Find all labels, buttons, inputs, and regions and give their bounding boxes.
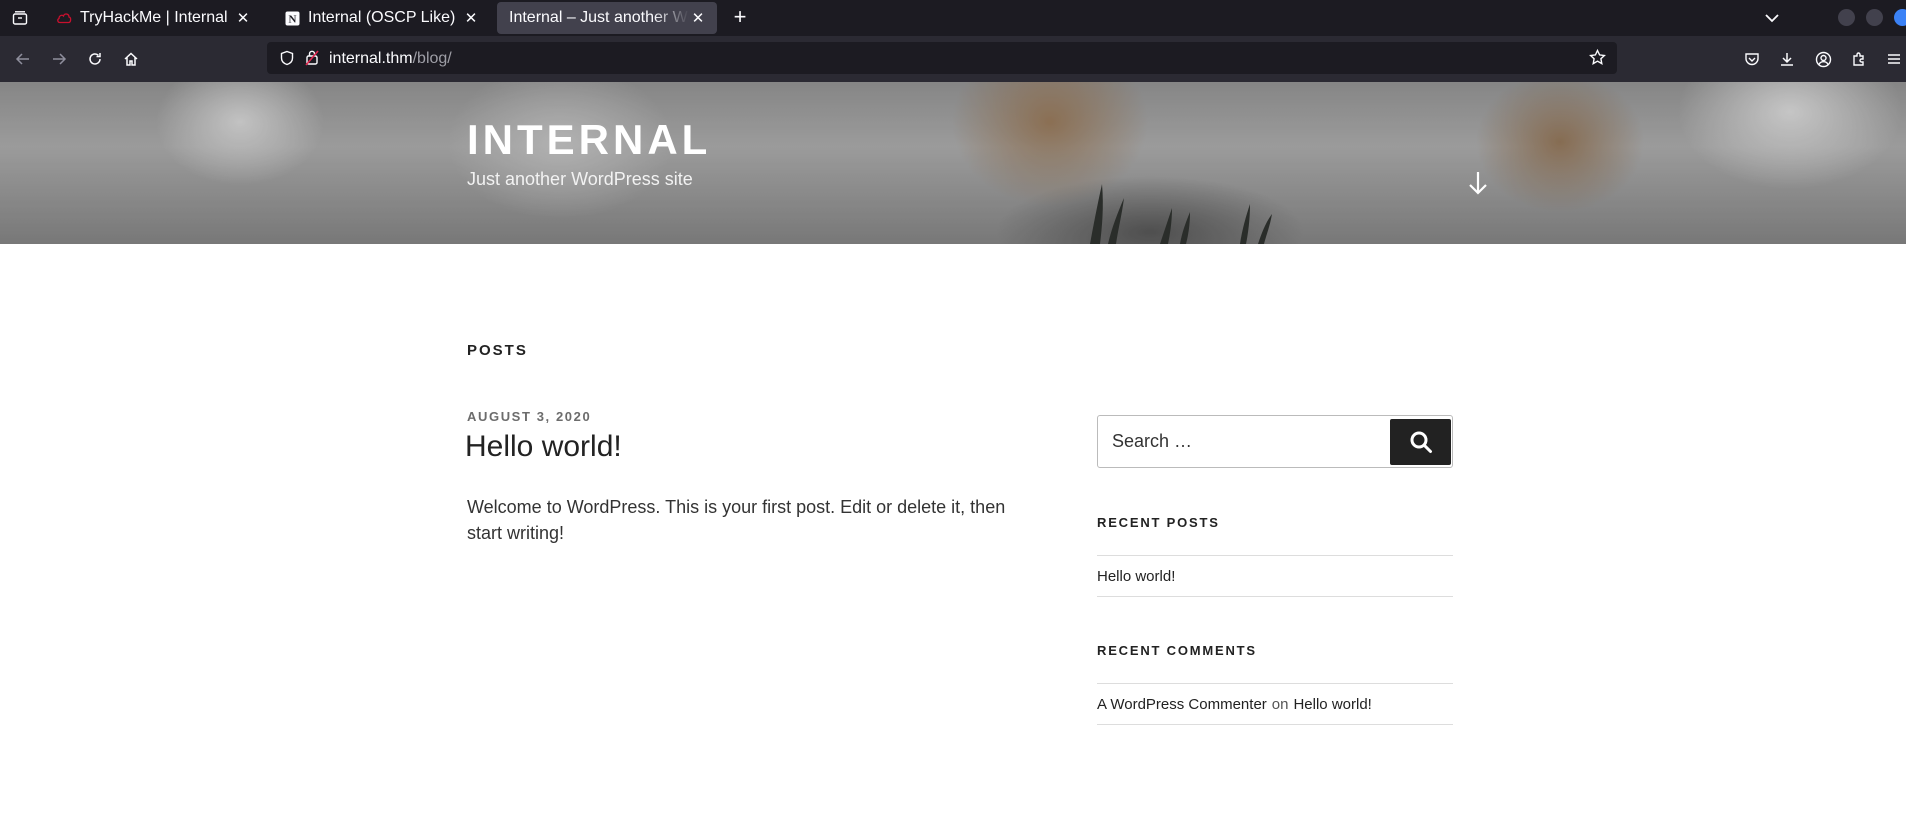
url-path: /blog/ <box>412 50 452 67</box>
tab-title: TryHackMe | Internal <box>80 9 228 26</box>
search-button[interactable] <box>1390 419 1451 465</box>
pocket-icon[interactable] <box>1742 49 1762 69</box>
reload-icon[interactable] <box>85 49 105 69</box>
tryhackme-cloud-icon <box>56 10 72 26</box>
comment-post-link[interactable]: Hello world! <box>1293 696 1371 713</box>
svg-text:N: N <box>288 13 296 25</box>
shield-icon[interactable] <box>279 50 295 71</box>
minimize-button[interactable] <box>1838 9 1855 26</box>
post-date[interactable]: AUGUST 3, 2020 <box>467 409 591 424</box>
tab-notion[interactable]: N Internal (OSCP Like) ✕ <box>272 2 490 34</box>
page-heading: POSTS <box>467 342 528 359</box>
new-tab-icon[interactable]: + <box>728 6 752 30</box>
notion-icon: N <box>284 10 300 26</box>
extensions-icon[interactable] <box>1849 49 1869 69</box>
recent-comments-title: RECENT COMMENTS <box>1097 643 1257 658</box>
recent-comment-item: A WordPress Commenter on Hello world! <box>1097 684 1453 724</box>
search-form <box>1097 415 1453 468</box>
tab-title: Internal (OSCP Like) <box>308 9 456 26</box>
close-icon[interactable]: ✕ <box>234 9 252 27</box>
browser-tab-bar: TryHackMe | Internal ✕ N Internal (OSCP … <box>0 0 1906 36</box>
search-input[interactable] <box>1098 416 1388 467</box>
recent-posts-list: Hello world! <box>1097 555 1453 597</box>
site-title[interactable]: INTERNAL <box>467 116 711 164</box>
download-icon[interactable] <box>1777 49 1797 69</box>
tab-title: Internal – Just another WordPress site <box>509 9 689 26</box>
tab-internal-blog[interactable]: Internal – Just another WordPress site ✕ <box>497 2 717 34</box>
account-icon[interactable] <box>1813 49 1833 69</box>
maximize-button[interactable] <box>1866 9 1883 26</box>
close-icon[interactable]: ✕ <box>689 9 707 27</box>
recent-post-link[interactable]: Hello world! <box>1097 556 1453 596</box>
search-icon <box>1410 431 1432 453</box>
tab-tryhackme[interactable]: TryHackMe | Internal ✕ <box>44 2 262 34</box>
url-domain: internal.thm <box>329 50 413 67</box>
recent-comments-list: A WordPress Commenter on Hello world! <box>1097 683 1453 725</box>
address-bar[interactable]: internal.thm/blog/ <box>267 42 1617 74</box>
chevron-down-icon[interactable] <box>1762 8 1782 28</box>
recent-posts-title: RECENT POSTS <box>1097 515 1220 530</box>
forward-arrow-icon[interactable] <box>49 49 69 69</box>
url-text[interactable]: internal.thm/blog/ <box>329 50 452 68</box>
lock-icon[interactable] <box>305 49 319 71</box>
arrow-down-icon[interactable] <box>1467 170 1489 196</box>
menu-icon[interactable] <box>1884 49 1904 69</box>
post-title[interactable]: Hello world! <box>465 430 622 464</box>
comment-connector: on <box>1271 695 1289 713</box>
home-icon[interactable] <box>121 49 141 69</box>
header-image-overlay <box>0 82 1906 244</box>
close-window-button[interactable] <box>1894 9 1906 26</box>
navigation-toolbar: internal.thm/blog/ <box>0 36 1906 82</box>
back-arrow-icon[interactable] <box>13 49 33 69</box>
site-header: INTERNAL Just another WordPress site <box>0 82 1906 244</box>
firefox-view-icon[interactable] <box>8 7 32 29</box>
comment-author-link[interactable]: A WordPress Commenter <box>1097 696 1267 713</box>
post-body: Welcome to WordPress. This is your first… <box>467 497 1006 543</box>
close-icon[interactable]: ✕ <box>462 9 480 27</box>
site-description: Just another WordPress site <box>467 169 693 189</box>
bookmark-star-icon[interactable] <box>1589 48 1606 71</box>
plant-image <box>1090 184 1272 244</box>
